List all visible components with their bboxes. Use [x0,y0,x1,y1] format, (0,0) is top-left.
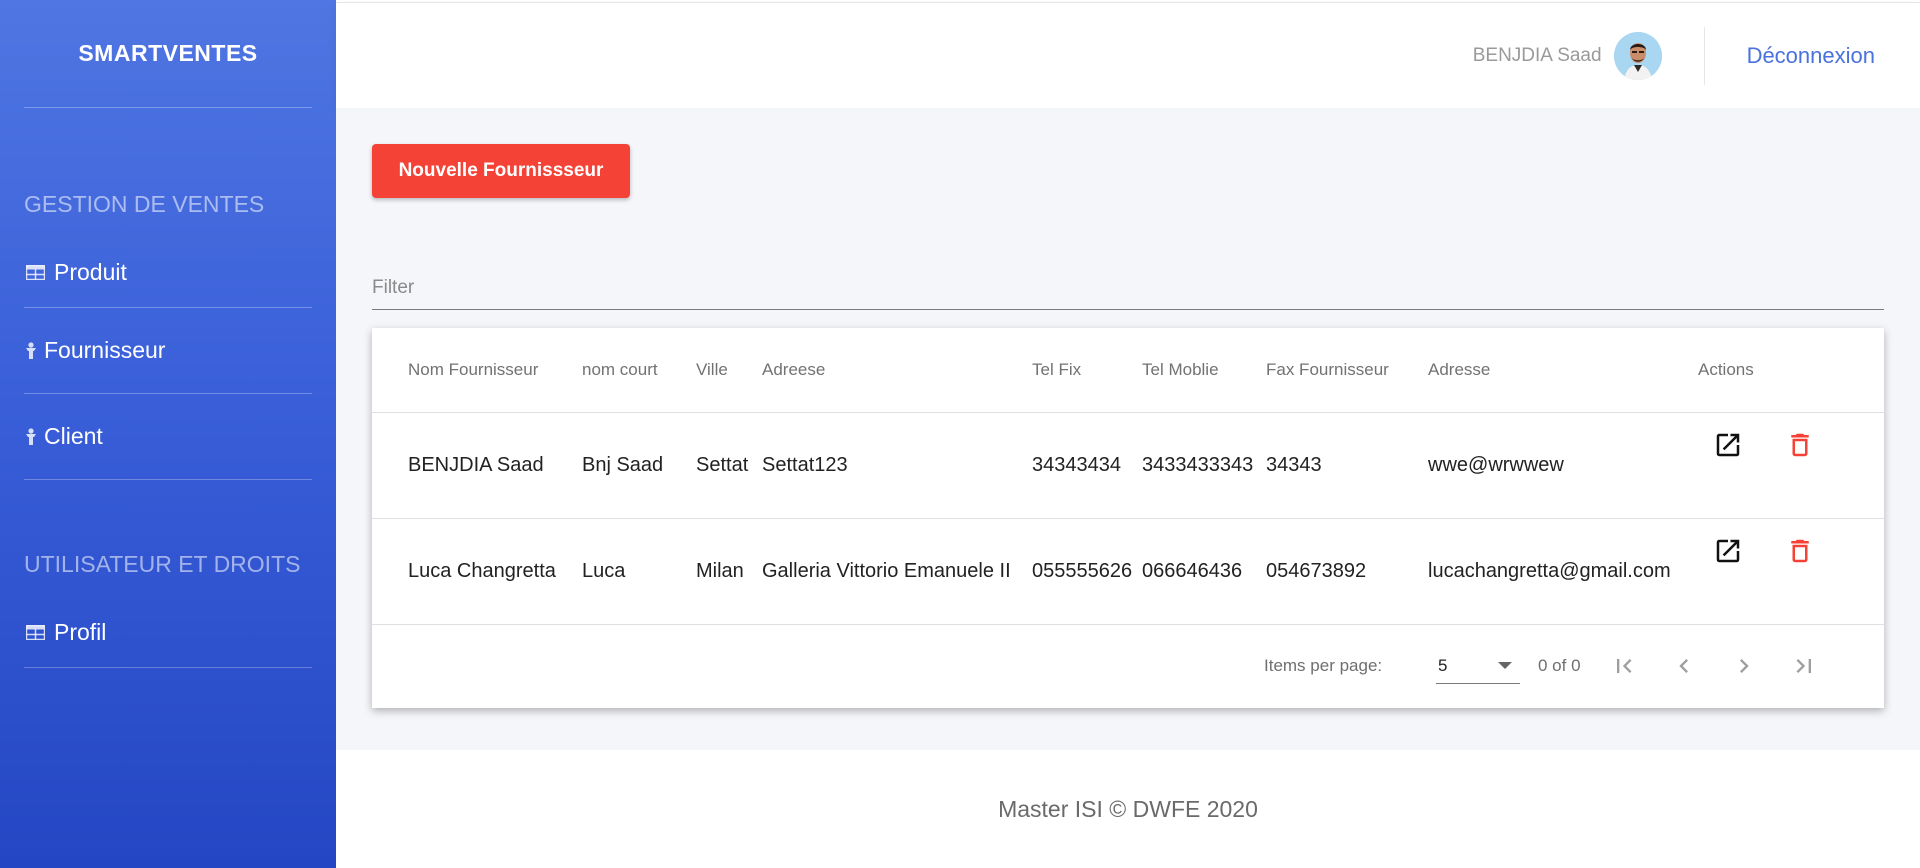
table-row: Luca Changretta Luca Milan Galleria Vitt… [372,518,1884,625]
delete-icon[interactable] [1782,533,1818,569]
cell-ville: Milan [696,518,762,625]
footer-text: Master ISI © DWFE 2020 [998,795,1258,822]
items-per-page-value: 5 [1438,655,1448,675]
table-row: BENJDIA Saad Bnj Saad Settat Settat123 3… [372,412,1884,519]
sidebar-item-label: Produit [54,259,127,285]
cell-fax: 34343 [1266,412,1428,519]
cell-tel-mobile: 066646436 [1142,518,1266,625]
section-title-utilisateur: UTILISATEUR ET DROITS [24,551,301,577]
cell-adreese: Settat123 [762,412,1032,519]
open-in-new-icon[interactable] [1710,533,1746,569]
column-header[interactable]: nom court [582,328,696,413]
footer: Master ISI © DWFE 2020 [336,750,1920,868]
sidebar-item-label: Client [44,423,103,449]
cell-tel-fix: 34343434 [1032,412,1142,519]
cell-tel-mobile: 3433433343 [1142,412,1266,519]
items-per-page-select[interactable]: 5 [1436,648,1520,684]
sidebar-item-produit[interactable]: Produit [24,238,312,308]
main-content: Nouvelle Fournissseur Nom Fournisseur no… [336,108,1920,750]
filter-input[interactable] [372,266,1884,310]
items-per-page-label: Items per page: [1264,656,1383,675]
sidebar-item-client[interactable]: Client [24,394,312,480]
column-header[interactable]: Tel Moblie [1142,328,1266,413]
logout-link[interactable]: Déconnexion [1747,43,1875,69]
open-in-new-icon[interactable] [1710,427,1746,463]
cell-fax: 054673892 [1266,518,1428,625]
person-icon [24,427,38,446]
table-icon [24,625,46,640]
column-header[interactable]: Ville [696,328,762,413]
range-label: 0 of 0 [1538,656,1581,675]
cell-adresse: lucachangretta@gmail.com [1428,518,1698,625]
cell-adresse: wwe@wrwwew [1428,412,1698,519]
next-page-icon[interactable] [1726,648,1762,684]
first-page-icon[interactable] [1606,648,1642,684]
suppliers-table-card: Nom Fournisseur nom court Ville Adreese … [372,328,1884,708]
avatar[interactable] [1613,31,1662,80]
dropdown-arrow-icon [1498,662,1512,669]
sidebar: SMARTVENTES GESTION DE VENTES Produit Fo… [0,0,336,868]
suppliers-table: Nom Fournisseur nom court Ville Adreese … [372,328,1884,625]
previous-page-icon[interactable] [1666,648,1702,684]
cell-actions [1698,412,1884,519]
column-header[interactable]: Tel Fix [1032,328,1142,413]
column-header: Actions [1698,328,1884,413]
cell-ville: Settat [696,412,762,519]
column-header[interactable]: Adreese [762,328,1032,413]
user-name: BENJDIA Saad [1472,44,1602,66]
last-page-icon[interactable] [1786,648,1822,684]
cell-tel-fix: 055555626 [1032,518,1142,625]
cell-actions [1698,518,1884,625]
table-icon [24,265,46,280]
new-supplier-button[interactable]: Nouvelle Fournissseur [372,144,630,198]
sidebar-item-fournisseur[interactable]: Fournisseur [24,308,312,394]
brand-logo[interactable]: SMARTVENTES [24,0,312,108]
column-header[interactable]: Fax Fournisseur [1266,328,1428,413]
delete-icon[interactable] [1782,427,1818,463]
top-bar: BENJDIA Saad Déconnexion [336,2,1920,108]
cell-adreese: Galleria Vittorio Emanuele II [762,518,1032,625]
table-header-row: Nom Fournisseur nom court Ville Adreese … [372,328,1884,413]
cell-nom-court: Luca [582,518,696,625]
sidebar-item-label: Fournisseur [44,337,166,363]
cell-nom: BENJDIA Saad [372,412,582,519]
person-icon [24,341,38,360]
header-divider [1703,26,1705,85]
paginator: Items per page: 5 0 of 0 [372,624,1884,708]
sidebar-item-label: Profil [54,619,107,645]
cell-nom: Luca Changretta [372,518,582,625]
column-header[interactable]: Nom Fournisseur [372,328,582,413]
column-header[interactable]: Adresse [1428,328,1698,413]
cell-nom-court: Bnj Saad [582,412,696,519]
sidebar-item-profil[interactable]: Profil [24,598,312,668]
section-title-gestion: GESTION DE VENTES [24,191,265,217]
